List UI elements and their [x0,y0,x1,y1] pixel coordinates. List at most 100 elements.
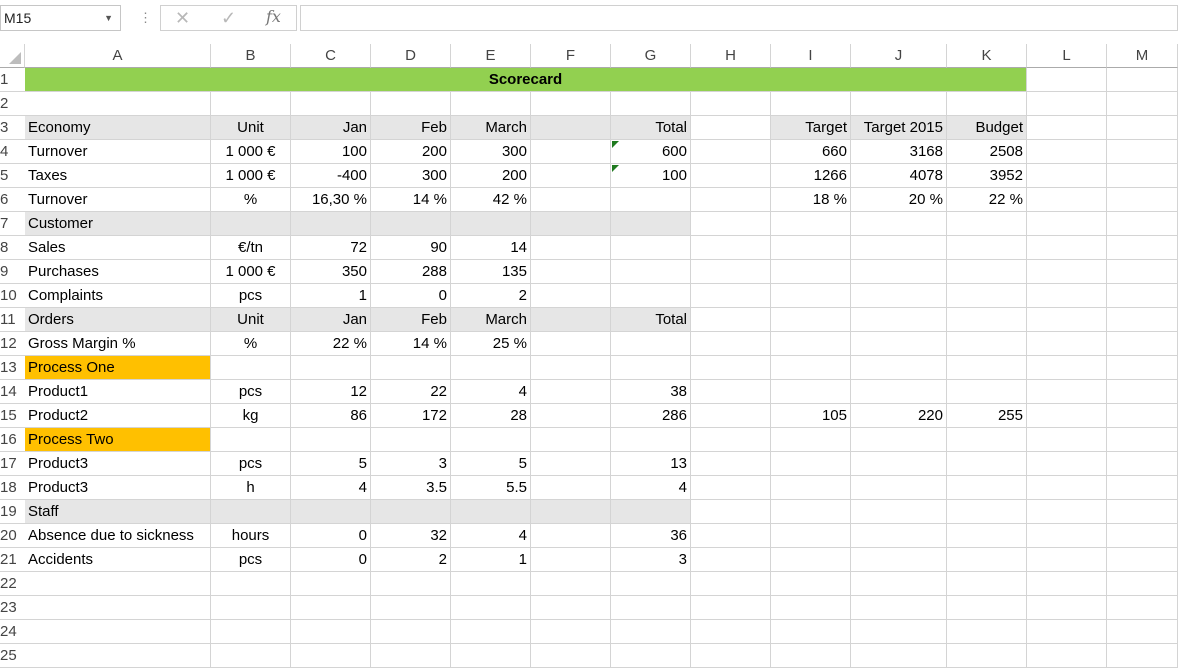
cell-m8[interactable] [1107,236,1178,260]
cell-a18[interactable]: Product3 [25,476,211,500]
cell-j18[interactable] [851,476,947,500]
cell-g15[interactable]: 286 [611,404,691,428]
cell-j15[interactable]: 220 [851,404,947,428]
cell-g22[interactable] [611,572,691,596]
cell-d11[interactable]: Feb [371,308,451,332]
cell-l10[interactable] [1027,284,1107,308]
cell-a16[interactable]: Process Two [25,428,211,452]
cell-d22[interactable] [371,572,451,596]
cell-e13[interactable] [451,356,531,380]
cell-f12[interactable] [531,332,611,356]
cell-d23[interactable] [371,596,451,620]
cell-j13[interactable] [851,356,947,380]
cell-l12[interactable] [1027,332,1107,356]
cell-h4[interactable] [691,140,771,164]
cell-k24[interactable] [947,620,1027,644]
cell-e15[interactable]: 28 [451,404,531,428]
cell-g12[interactable] [611,332,691,356]
cell-m9[interactable] [1107,260,1178,284]
cell-a15[interactable]: Product2 [25,404,211,428]
cell-b12[interactable]: % [211,332,291,356]
cell-h19[interactable] [691,500,771,524]
cell-k18[interactable] [947,476,1027,500]
cell-l1[interactable] [1027,68,1107,92]
cell-m25[interactable] [1107,644,1178,668]
cell-k17[interactable] [947,452,1027,476]
cell-f15[interactable] [531,404,611,428]
cell-j11[interactable] [851,308,947,332]
cell-i22[interactable] [771,572,851,596]
cell-c2[interactable] [291,92,371,116]
cell-j2[interactable] [851,92,947,116]
cell-i16[interactable] [771,428,851,452]
cell-c11[interactable]: Jan [291,308,371,332]
cell-e22[interactable] [451,572,531,596]
cell-i24[interactable] [771,620,851,644]
cell-b8[interactable]: €/tn [211,236,291,260]
cell-l19[interactable] [1027,500,1107,524]
cell-b25[interactable] [211,644,291,668]
cell-f11[interactable] [531,308,611,332]
cell-c24[interactable] [291,620,371,644]
cell-i2[interactable] [771,92,851,116]
cell-b21[interactable]: pcs [211,548,291,572]
cell-b20[interactable]: hours [211,524,291,548]
row-header-7[interactable]: 7 [0,212,25,236]
cell-f2[interactable] [531,92,611,116]
cell-j20[interactable] [851,524,947,548]
cell-i13[interactable] [771,356,851,380]
cell-l23[interactable] [1027,596,1107,620]
cell-c5[interactable]: -400 [291,164,371,188]
cell-i12[interactable] [771,332,851,356]
cell-i21[interactable] [771,548,851,572]
cell-m15[interactable] [1107,404,1178,428]
cell-d13[interactable] [371,356,451,380]
cell-a24[interactable] [25,620,211,644]
cell-a22[interactable] [25,572,211,596]
cell-f21[interactable] [531,548,611,572]
cell-l21[interactable] [1027,548,1107,572]
cell-a8[interactable]: Sales [25,236,211,260]
cell-l20[interactable] [1027,524,1107,548]
cell-k15[interactable]: 255 [947,404,1027,428]
cell-h7[interactable] [691,212,771,236]
cell-c17[interactable]: 5 [291,452,371,476]
cell-c23[interactable] [291,596,371,620]
row-header-2[interactable]: 2 [0,92,25,116]
cell-i25[interactable] [771,644,851,668]
cell-i7[interactable] [771,212,851,236]
column-header-g[interactable]: G [611,44,691,68]
cell-c16[interactable] [291,428,371,452]
cell-g14[interactable]: 38 [611,380,691,404]
cell-f23[interactable] [531,596,611,620]
cell-g20[interactable]: 36 [611,524,691,548]
cell-c15[interactable]: 86 [291,404,371,428]
cell-m24[interactable] [1107,620,1178,644]
row-header-15[interactable]: 15 [0,404,25,428]
cell-h17[interactable] [691,452,771,476]
cell-k9[interactable] [947,260,1027,284]
cell-j23[interactable] [851,596,947,620]
column-header-i[interactable]: I [771,44,851,68]
cell-g2[interactable] [611,92,691,116]
cell-e23[interactable] [451,596,531,620]
cell-a25[interactable] [25,644,211,668]
cell-i20[interactable] [771,524,851,548]
cell-m7[interactable] [1107,212,1178,236]
cell-d6[interactable]: 14 % [371,188,451,212]
row-header-21[interactable]: 21 [0,548,25,572]
cell-f6[interactable] [531,188,611,212]
cell-d12[interactable]: 14 % [371,332,451,356]
column-header-b[interactable]: B [211,44,291,68]
cell-i11[interactable] [771,308,851,332]
cell-c13[interactable] [291,356,371,380]
cell-l2[interactable] [1027,92,1107,116]
cell-j10[interactable] [851,284,947,308]
cell-d21[interactable]: 2 [371,548,451,572]
cell-l9[interactable] [1027,260,1107,284]
cell-a23[interactable] [25,596,211,620]
cell-b2[interactable] [211,92,291,116]
row-header-18[interactable]: 18 [0,476,25,500]
row-header-19[interactable]: 19 [0,500,25,524]
cell-d5[interactable]: 300 [371,164,451,188]
